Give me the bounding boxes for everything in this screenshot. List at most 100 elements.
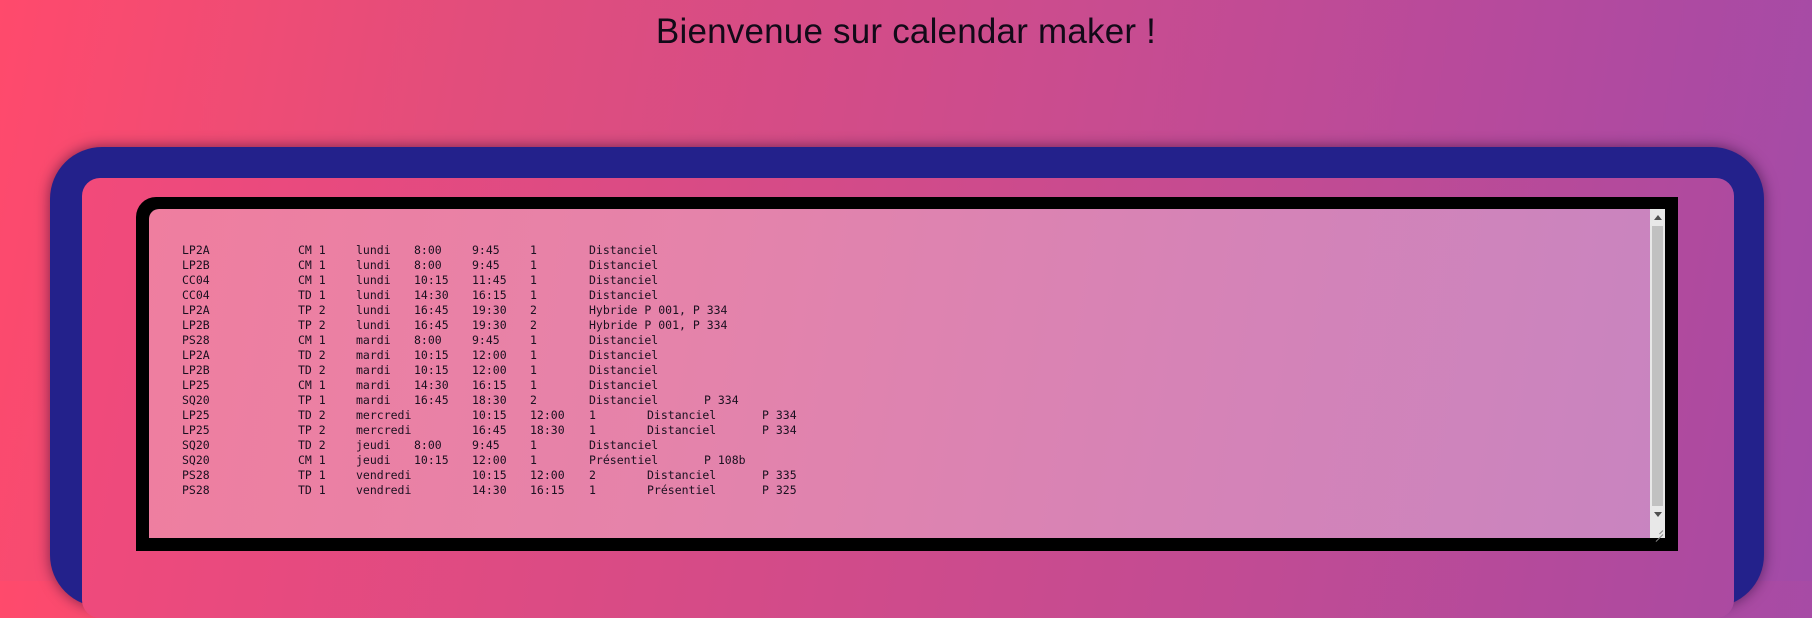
schedule-cell-start: 14:30 bbox=[472, 483, 507, 497]
schedule-cell-day: mercredi bbox=[356, 423, 412, 437]
schedule-cell-group: PS28 bbox=[182, 333, 210, 347]
schedule-cell-end: 16:15 bbox=[530, 483, 565, 497]
schedule-cell-count: 1 bbox=[530, 273, 537, 287]
schedule-cell-group: LP25 bbox=[182, 408, 210, 422]
schedule-cell-start: 16:45 bbox=[414, 318, 449, 332]
schedule-cell-start: 16:45 bbox=[472, 423, 507, 437]
schedule-cell-type: TD 2 bbox=[298, 438, 326, 452]
schedule-cell-group: LP2B bbox=[182, 258, 210, 272]
schedule-cell-group: LP2B bbox=[182, 363, 210, 377]
schedule-cell-mode: Distanciel bbox=[589, 363, 659, 377]
schedule-cell-start: 10:15 bbox=[472, 468, 507, 482]
schedule-cell-type: CM 1 bbox=[298, 453, 326, 467]
schedule-cell-day: mercredi bbox=[356, 408, 412, 422]
schedule-cell-end: 16:15 bbox=[472, 378, 507, 392]
schedule-cell-count: 1 bbox=[530, 438, 537, 452]
schedule-cell-end: 16:15 bbox=[472, 288, 507, 302]
schedule-cell-start: 10:15 bbox=[414, 273, 449, 287]
schedule-textarea[interactable]: LP2A CM 1 lundi 8:00 9:45 1 Distanciel LP2B CM 1… bbox=[149, 209, 1665, 542]
schedule-cell-day: vendredi bbox=[356, 468, 412, 482]
schedule-cell-mode: Présentiel bbox=[589, 453, 659, 467]
scroll-down-button[interactable] bbox=[1650, 506, 1665, 523]
scroll-thumb[interactable] bbox=[1652, 226, 1663, 506]
schedule-cell-count: 1 bbox=[530, 258, 537, 272]
schedule-cell-type: CM 1 bbox=[298, 333, 326, 347]
schedule-cell-count: 2 bbox=[589, 468, 596, 482]
schedule-cell-end: 12:00 bbox=[472, 348, 507, 362]
schedule-cell-room: P 335 bbox=[762, 468, 797, 482]
vertical-scrollbar[interactable] bbox=[1650, 209, 1665, 538]
schedule-cell-mode: Distanciel bbox=[647, 468, 717, 482]
schedule-cell-type: TD 2 bbox=[298, 363, 326, 377]
schedule-cell-count: 1 bbox=[530, 333, 537, 347]
schedule-cell-day: mardi bbox=[356, 363, 391, 377]
schedule-cell-room: P 334 bbox=[704, 393, 739, 407]
schedule-cell-count: 2 bbox=[530, 303, 537, 317]
schedule-cell-mode: Distanciel bbox=[589, 393, 659, 407]
schedule-cell-day: mardi bbox=[356, 393, 391, 407]
schedule-cell-end: 12:00 bbox=[472, 453, 507, 467]
schedule-cell-group: CC04 bbox=[182, 273, 210, 287]
schedule-cell-count: 1 bbox=[589, 483, 596, 497]
schedule-cell-mode: Distanciel bbox=[589, 288, 659, 302]
schedule-cell-group: LP25 bbox=[182, 378, 210, 392]
schedule-cell-start: 16:45 bbox=[414, 393, 449, 407]
schedule-cell-type: TD 2 bbox=[298, 408, 326, 422]
schedule-cell-end: 19:30 bbox=[472, 318, 507, 332]
schedule-cell-mode: Distanciel bbox=[589, 333, 659, 347]
schedule-cell-group: LP2A bbox=[182, 348, 210, 362]
schedule-cell-start: 8:00 bbox=[414, 438, 442, 452]
schedule-cell-room: P 334 bbox=[762, 408, 797, 422]
schedule-cell-day: lundi bbox=[356, 288, 391, 302]
schedule-cell-day: lundi bbox=[356, 303, 391, 317]
schedule-cell-end: 11:45 bbox=[472, 273, 507, 287]
schedule-cell-end: 9:45 bbox=[472, 333, 500, 347]
schedule-cell-type: TP 1 bbox=[298, 468, 326, 482]
schedule-cell-type: TD 2 bbox=[298, 348, 326, 362]
schedule-cell-start: 16:45 bbox=[414, 303, 449, 317]
schedule-cell-day: lundi bbox=[356, 273, 391, 287]
schedule-cell-end: 18:30 bbox=[472, 393, 507, 407]
schedule-cell-start: 14:30 bbox=[414, 288, 449, 302]
schedule-cell-count: 2 bbox=[530, 393, 537, 407]
arrow-down-icon bbox=[1653, 512, 1662, 517]
arrow-up-icon bbox=[1653, 215, 1662, 220]
schedule-cell-mode: Distanciel bbox=[589, 438, 659, 452]
schedule-cell-type: CM 1 bbox=[298, 258, 326, 272]
schedule-cell-start: 8:00 bbox=[414, 333, 442, 347]
schedule-cell-type: TD 1 bbox=[298, 288, 326, 302]
schedule-cell-mode: Distanciel bbox=[647, 423, 717, 437]
scroll-up-button[interactable] bbox=[1650, 209, 1665, 226]
schedule-cell-group: LP25 bbox=[182, 423, 210, 437]
schedule-cell-mode: Présentiel bbox=[647, 483, 717, 497]
schedule-cell-day: lundi bbox=[356, 243, 391, 257]
content-panel: LP2A CM 1 lundi 8:00 9:45 1 Distanciel LP2B CM 1… bbox=[82, 178, 1734, 618]
resize-grip-icon[interactable] bbox=[1650, 523, 1665, 542]
schedule-cell-end: 9:45 bbox=[472, 438, 500, 452]
schedule-cell-room: P 108b bbox=[704, 453, 746, 467]
schedule-cell-type: TP 1 bbox=[298, 393, 326, 407]
schedule-cell-group: SQ20 bbox=[182, 453, 210, 467]
schedule-cell-day: vendredi bbox=[356, 483, 412, 497]
schedule-cell-count: 1 bbox=[530, 363, 537, 377]
calendar-frame: LP2A CM 1 lundi 8:00 9:45 1 Distanciel LP2B CM 1… bbox=[50, 147, 1764, 618]
schedule-cell-count: 2 bbox=[530, 318, 537, 332]
schedule-cell-room: P 334 bbox=[762, 423, 797, 437]
schedule-cell-count: 1 bbox=[589, 408, 596, 422]
schedule-cell-mode: Distanciel bbox=[589, 348, 659, 362]
schedule-cell-count: 1 bbox=[589, 423, 596, 437]
schedule-cell-type: TP 2 bbox=[298, 318, 326, 332]
page-title: Bienvenue sur calendar maker ! bbox=[655, 12, 1157, 51]
schedule-cell-room: P 325 bbox=[762, 483, 797, 497]
schedule-cell-count: 1 bbox=[530, 453, 537, 467]
schedule-cell-mode: Hybride P 001, P 334 bbox=[589, 318, 728, 332]
schedule-cell-start: 10:15 bbox=[414, 453, 449, 467]
schedule-cell-type: TP 2 bbox=[298, 303, 326, 317]
schedule-cell-end: 18:30 bbox=[530, 423, 565, 437]
schedule-cell-count: 1 bbox=[530, 288, 537, 302]
schedule-cell-day: mardi bbox=[356, 348, 391, 362]
schedule-cell-mode: Distanciel bbox=[589, 378, 659, 392]
schedule-cell-start: 8:00 bbox=[414, 258, 442, 272]
schedule-cell-mode: Distanciel bbox=[589, 273, 659, 287]
schedule-cell-day: lundi bbox=[356, 318, 391, 332]
